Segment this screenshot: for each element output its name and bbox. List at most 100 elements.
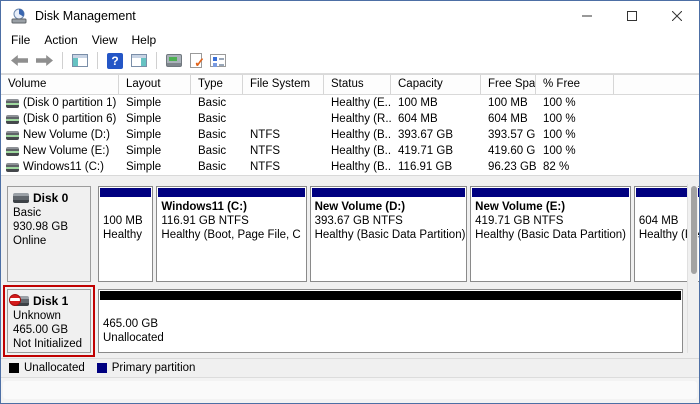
legend-label: Primary partition [112, 362, 196, 374]
status-bar [1, 377, 699, 403]
cell-free_space: 604 MB [481, 113, 536, 125]
table-row[interactable]: New Volume (E:)SimpleBasicNTFSHealthy (B… [1, 143, 699, 159]
cell-free_space: 100 MB [481, 97, 536, 109]
column-header-file_system[interactable]: File System [243, 75, 324, 94]
minimize-button[interactable] [564, 1, 609, 31]
partition-info: 100 MBHealthy [99, 197, 152, 245]
volume-name-text: New Volume (D:) [23, 129, 110, 141]
volume-name-text: Windows11 (C:) [23, 161, 104, 173]
window-title: Disk Management [35, 9, 136, 23]
disk-name: Disk 1 [33, 294, 68, 308]
title-bar: Disk Management [1, 1, 699, 31]
volume-name-text: New Volume (E:) [23, 145, 109, 157]
disk-icon [13, 193, 29, 203]
toolbar-separator [97, 52, 98, 69]
cell-volume: Windows11 (C:) [1, 161, 119, 173]
close-button[interactable] [654, 1, 699, 31]
cell-layout: Simple [119, 161, 191, 173]
column-header-layout[interactable]: Layout [119, 75, 191, 94]
cell-volume: New Volume (D:) [1, 129, 119, 141]
partition-block[interactable]: Windows11 (C:)116.91 GB NTFSHealthy (Boo… [156, 186, 306, 282]
forward-arrow-icon[interactable] [36, 54, 53, 67]
volume-name-text: (Disk 0 partition 1) [23, 97, 116, 109]
table-row[interactable]: Windows11 (C:)SimpleBasicNTFSHealthy (B.… [1, 159, 699, 175]
back-arrow-icon[interactable] [11, 54, 28, 67]
disk-label-panel-0[interactable]: Disk 0Basic930.98 GBOnline [7, 186, 91, 282]
maximize-button[interactable] [609, 1, 654, 31]
volume-name-text: (Disk 0 partition 6) [23, 113, 116, 125]
partition-line: 116.91 GB NTFS [161, 214, 301, 228]
table-row[interactable]: New Volume (D:)SimpleBasicNTFSHealthy (B… [1, 127, 699, 143]
column-header-capacity[interactable]: Capacity [391, 75, 481, 94]
cell-pct_free: 82 % [536, 161, 614, 173]
cell-pct_free: 100 % [536, 113, 614, 125]
check-disk-icon[interactable] [190, 53, 202, 68]
column-header-filler [614, 75, 699, 94]
status-bar-inner [3, 381, 697, 399]
partition-title [103, 200, 148, 214]
menu-file[interactable]: File [4, 33, 37, 47]
legend-swatch [9, 363, 19, 373]
partition-info: Windows11 (C:)116.91 GB NTFSHealthy (Boo… [157, 197, 305, 245]
column-header-pct_free[interactable]: % Free [536, 75, 614, 94]
scrollbar-thumb[interactable] [691, 186, 697, 274]
vertical-scrollbar[interactable] [687, 184, 698, 353]
cell-pct_free: 100 % [536, 129, 614, 141]
menu-action[interactable]: Action [37, 33, 84, 47]
legend-label: Unallocated [24, 362, 85, 374]
cell-status: Healthy (R... [324, 113, 391, 125]
partition-block[interactable]: New Volume (D:)393.67 GB NTFSHealthy (Ba… [310, 186, 468, 282]
partition-line: Healthy [103, 228, 148, 242]
partition-line: Healthy (Boot, Page File, C [161, 228, 301, 242]
partition-block[interactable]: New Volume (E:)419.71 GB NTFSHealthy (Ba… [470, 186, 631, 282]
cell-free_space: 393.57 GB [481, 129, 536, 141]
cell-free_space: 96.23 GB [481, 161, 536, 173]
column-header-status[interactable]: Status [324, 75, 391, 94]
partition-block[interactable]: 100 MBHealthy [98, 186, 153, 282]
properties-list-icon[interactable] [210, 54, 226, 67]
disk-management-window: Disk Management FileActionViewHelp ? Vol… [0, 0, 700, 404]
disk-list: Disk 0Basic930.98 GBOnline100 MBHealthyW… [7, 186, 683, 353]
column-header-volume[interactable]: Volume [1, 75, 119, 94]
cell-volume: New Volume (E:) [1, 145, 119, 157]
table-row[interactable]: (Disk 0 partition 1)SimpleBasicHealthy (… [1, 95, 699, 111]
column-header-type[interactable]: Type [191, 75, 243, 94]
column-header-free_space[interactable]: Free Spa... [481, 75, 536, 94]
table-row[interactable]: (Disk 0 partition 6)SimpleBasicHealthy (… [1, 111, 699, 127]
legend-bar: Unallocated Primary partition [1, 358, 699, 377]
volume-table-header: VolumeLayoutTypeFile SystemStatusCapacit… [1, 74, 699, 95]
partition-title: Windows11 (C:) [161, 200, 301, 214]
cell-volume: (Disk 0 partition 1) [1, 97, 119, 109]
cell-volume: (Disk 0 partition 6) [1, 113, 119, 125]
partition-block[interactable]: 465.00 GBUnallocated [98, 289, 683, 353]
disk-name: Disk 0 [33, 191, 68, 205]
help-icon[interactable]: ? [107, 53, 123, 69]
disk-name-row: Disk 1 [13, 294, 86, 308]
menu-help[interactable]: Help [125, 33, 164, 47]
cell-file_system: NTFS [243, 161, 324, 173]
partition-line: 393.67 GB NTFS [315, 214, 463, 228]
cell-layout: Simple [119, 145, 191, 157]
cell-status: Healthy (B... [324, 161, 391, 173]
action-pane-icon[interactable] [131, 54, 147, 67]
cell-pct_free: 100 % [536, 145, 614, 157]
disk-band-0: Disk 0Basic930.98 GBOnline100 MBHealthyW… [7, 186, 683, 282]
disk-label-panel-1[interactable]: Disk 1Unknown465.00 GBNot Initialized [7, 289, 91, 353]
partition-line: Healthy (Basic Data Partition) [475, 228, 626, 242]
disk-graphical-area: Disk 0Basic930.98 GBOnline100 MBHealthyW… [1, 179, 699, 358]
legend-item-1: Primary partition [97, 362, 196, 374]
menu-bar: FileActionViewHelp [1, 31, 699, 48]
primary-color-bar [100, 188, 151, 197]
caption-buttons [564, 1, 699, 31]
disk-type: Basic [13, 206, 86, 220]
disk-name-row: Disk 0 [13, 191, 86, 205]
menu-view[interactable]: View [85, 33, 125, 47]
disk-type: Unknown [13, 309, 86, 323]
partition-line: 419.71 GB NTFS [475, 214, 626, 228]
cell-status: Healthy (B... [324, 129, 391, 141]
partition-line: 100 MB [103, 214, 148, 228]
unallocated-color-bar [100, 291, 681, 300]
rescan-disks-icon[interactable] [166, 54, 182, 67]
console-tree-icon[interactable] [72, 54, 88, 67]
cell-type: Basic [191, 97, 243, 109]
